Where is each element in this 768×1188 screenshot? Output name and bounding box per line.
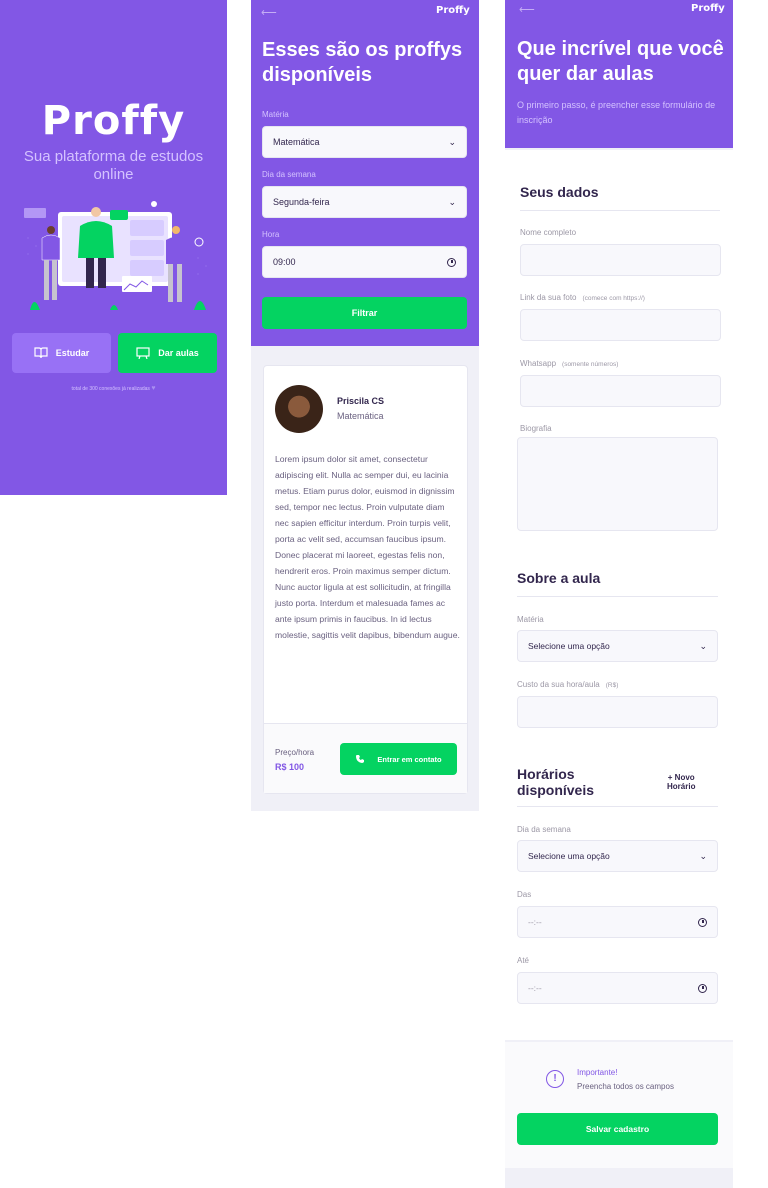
name-input[interactable] (520, 244, 721, 276)
page-title: Que incrível que você quer dar aulas (517, 38, 724, 85)
page-title: Esses são os proffys disponíveis (262, 39, 463, 86)
teacher-form-screen: ⟵ Proffy Que incrível que você quer dar … (505, 0, 733, 1188)
list-header: ⟵ Proffy Esses são os proffys disponívei… (251, 0, 479, 346)
teacher-subject: Matemática (337, 411, 384, 421)
class-subject-label: Matéria (517, 615, 544, 624)
presentation-board-icon (136, 347, 150, 359)
connections-counter: total de 300 conexões já realizadas ♥ (0, 385, 227, 392)
section-divider (520, 210, 720, 211)
subject-label: Matéria (262, 110, 289, 119)
whatsapp-label: Whatsapp (somente números) (520, 359, 618, 368)
slot-weekday-select[interactable]: Selecione uma opção ⌄ (517, 840, 718, 872)
avatar-hint: (comece com https://) (582, 295, 645, 302)
topbar-logo: Proffy (436, 5, 470, 16)
cost-label: Custo da sua hora/aula (R$) (517, 680, 618, 689)
cost-input[interactable] (517, 696, 718, 728)
hero-illustration (24, 201, 207, 310)
teacher-card: Priscila CS Matemática Lorem ipsum dolor… (263, 365, 468, 794)
form-footer: ! Importante! Preencha todos os campos S… (505, 1042, 733, 1168)
weekday-value: Segunda-feira (273, 197, 330, 207)
class-subject-placeholder: Selecione uma opção (528, 641, 610, 651)
avatar-input[interactable] (520, 309, 721, 341)
connections-text: total de 300 conexões já realizadas (71, 386, 150, 392)
heart-icon: ♥ (151, 385, 156, 392)
chevron-down-icon: ⌄ (699, 850, 707, 861)
filter-button[interactable]: Filtrar (262, 297, 467, 329)
slot-from-input[interactable]: --:-- (517, 906, 718, 938)
form-header: ⟵ Proffy Que incrível que você quer dar … (505, 0, 733, 148)
teacher-avatar (275, 385, 323, 433)
subject-value: Matemática (273, 137, 320, 147)
avatar-label: Link da sua foto (comece com https://) (520, 293, 645, 302)
section-divider (517, 806, 718, 807)
whatsapp-icon (356, 755, 365, 763)
whatsapp-hint: (somente números) (562, 361, 619, 368)
chevron-down-icon: ⌄ (448, 196, 456, 207)
slot-to-input[interactable]: --:-- (517, 972, 718, 1004)
bio-label: Biografia (520, 424, 552, 433)
landing-screen: Proffy Sua plataforma de estudos online (0, 0, 227, 495)
class-subject-select[interactable]: Selecione uma opção ⌄ (517, 630, 718, 662)
chevron-down-icon: ⌄ (448, 136, 456, 147)
cost-label-text: Custo da sua hora/aula (517, 680, 600, 689)
clock-icon (447, 257, 456, 267)
warning-text: Preencha todos os campos (577, 1082, 674, 1091)
time-value: 09:00 (273, 257, 296, 267)
add-schedule-line2: Horário (667, 782, 696, 791)
personal-section-title: Seus dados (520, 184, 599, 200)
avatar-label-text: Link da sua foto (520, 293, 577, 302)
study-button-label: Estudar (55, 348, 90, 358)
weekday-label: Dia da semana (262, 170, 316, 179)
subject-select[interactable]: Matemática ⌄ (262, 126, 467, 158)
weekday-select[interactable]: Segunda-feira ⌄ (262, 186, 467, 218)
section-divider (517, 596, 718, 597)
bio-textarea[interactable] (517, 437, 718, 531)
teach-button-label: Dar aulas (158, 348, 199, 358)
add-schedule-line1: + Novo (667, 773, 695, 782)
slot-from-label: Das (517, 890, 532, 899)
save-button[interactable]: Salvar cadastro (517, 1113, 718, 1145)
time-input[interactable]: 09:00 (262, 246, 467, 278)
chevron-down-icon: ⌄ (699, 640, 707, 651)
whatsapp-input[interactable] (520, 375, 721, 407)
warning-title: Importante! (577, 1068, 618, 1077)
teach-button[interactable]: Dar aulas (118, 333, 217, 373)
add-schedule-button[interactable]: + Novo Horário (667, 773, 695, 791)
clock-icon (698, 917, 707, 927)
clock-icon (698, 983, 707, 993)
study-button[interactable]: Estudar (12, 333, 111, 373)
slot-weekday-label: Dia da semana (517, 825, 571, 834)
teacher-name: Priscila CS (337, 396, 385, 406)
whatsapp-label-text: Whatsapp (520, 359, 557, 368)
teacher-list-screen: ⟵ Proffy Esses são os proffys disponívei… (251, 0, 479, 811)
page-subtitle: O primeiro passo, é preencher esse formu… (517, 100, 716, 125)
teacher-bio: Lorem ipsum dolor sit amet, consectetur … (275, 454, 460, 640)
name-label: Nome completo (520, 228, 577, 237)
book-open-icon (34, 347, 48, 359)
time-label: Hora (262, 230, 280, 239)
landing-tagline: Sua plataforma de estudos online (23, 148, 204, 183)
slot-to-placeholder: --:-- (528, 983, 542, 993)
price-value: R$ 100 (275, 762, 305, 772)
contact-button-label: Entrar em contato (377, 754, 442, 764)
contact-button[interactable]: Entrar em contato (340, 743, 457, 775)
slot-from-placeholder: --:-- (528, 917, 542, 927)
schedule-section-title: Horários disponíveis (517, 766, 595, 798)
price-label: Preço/hora (275, 748, 315, 757)
cost-hint: (R$) (605, 682, 619, 689)
back-arrow-icon[interactable]: ⟵ (519, 3, 535, 16)
warning-icon: ! (546, 1070, 564, 1088)
back-arrow-icon[interactable]: ⟵ (261, 6, 277, 19)
topbar-logo: Proffy (691, 3, 725, 14)
proffy-logo: Proffy (41, 98, 186, 144)
class-section-title: Sobre a aula (517, 570, 601, 586)
slot-to-label: Até (517, 956, 530, 965)
teacher-card-footer: Preço/hora R$ 100 Entrar em contato (264, 723, 467, 793)
slot-weekday-placeholder: Selecione uma opção (528, 851, 610, 861)
